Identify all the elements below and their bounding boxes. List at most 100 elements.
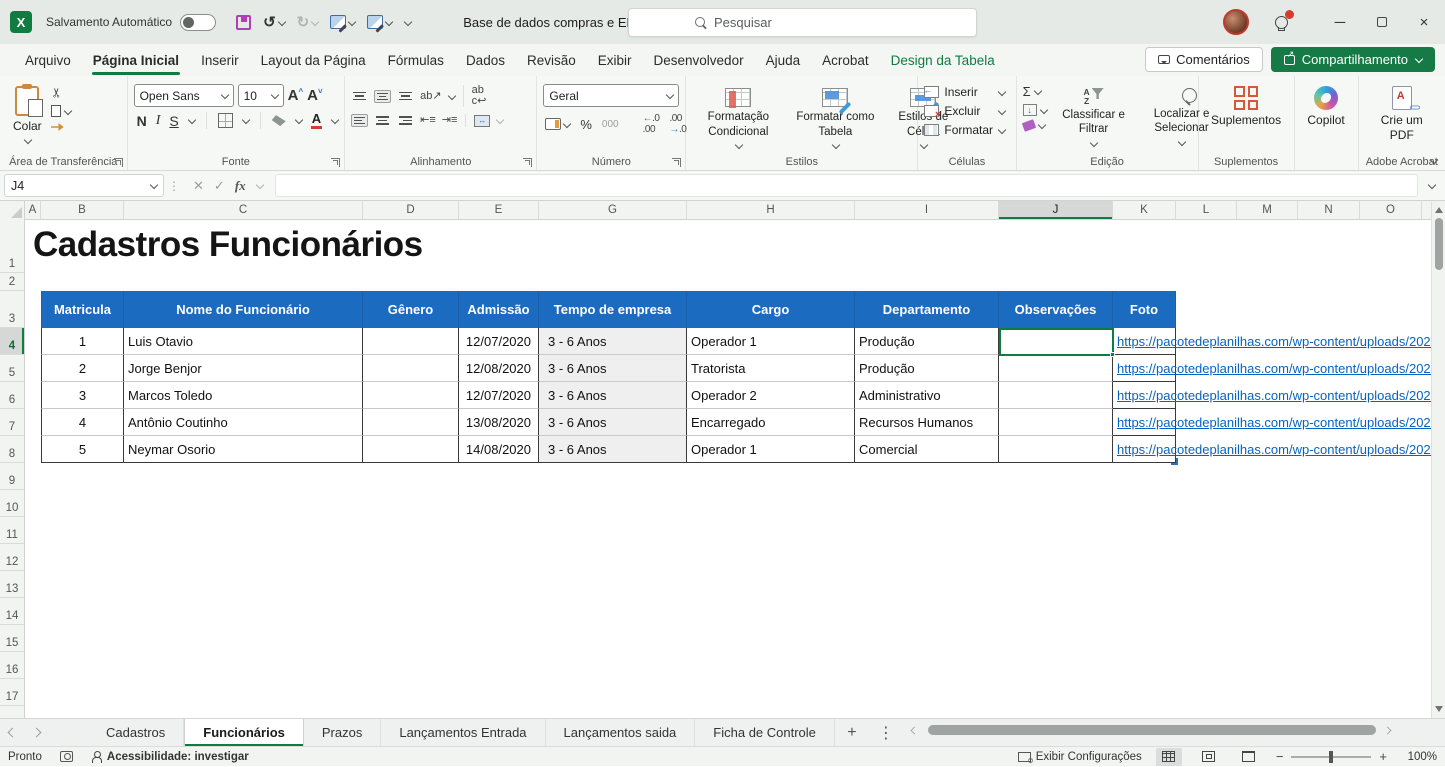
excel-logo-icon[interactable]: X xyxy=(10,11,32,33)
table-resize-handle[interactable] xyxy=(1171,458,1178,465)
normal-view-button[interactable] xyxy=(1156,748,1182,766)
table-column-header[interactable]: Cargo xyxy=(687,291,855,328)
table-cell[interactable] xyxy=(999,355,1113,382)
scroll-right-arrow[interactable] xyxy=(1384,726,1392,734)
row-header-8[interactable]: 8 xyxy=(0,436,24,463)
table-cell[interactable] xyxy=(363,409,459,436)
save-button[interactable] xyxy=(232,12,255,33)
photo-link[interactable]: https://pacotedeplanilhas.com/wp-content… xyxy=(1117,361,1438,376)
table-cell[interactable] xyxy=(999,382,1113,409)
row-header-7[interactable]: 7 xyxy=(0,409,24,436)
quick-table-style-button[interactable] xyxy=(326,12,359,32)
table-cell[interactable] xyxy=(363,355,459,382)
increase-decimal-button[interactable]: ←.0.00 xyxy=(643,113,660,135)
share-button[interactable]: Compartilhamento xyxy=(1271,47,1435,72)
scroll-left-arrow[interactable] xyxy=(911,726,919,734)
table-cell[interactable] xyxy=(363,328,459,355)
row-header-12[interactable]: 12 xyxy=(0,544,24,571)
table-cell[interactable]: https://pacotedeplanilhas.com/wp-content… xyxy=(1113,436,1176,463)
format-as-table-button[interactable]: Formatar como Tabela xyxy=(788,84,882,152)
percent-button[interactable]: % xyxy=(580,117,592,132)
borders-button[interactable] xyxy=(218,113,233,128)
fill-button[interactable]: ↓ xyxy=(1023,104,1047,116)
italic-button[interactable]: I xyxy=(156,113,161,129)
table-cell[interactable]: Marcos Toledo xyxy=(124,382,363,409)
column-header-B[interactable]: B xyxy=(41,201,124,219)
conditional-formatting-button[interactable]: Formatação Condicional xyxy=(692,84,784,152)
decrease-decimal-button[interactable]: .00→.0 xyxy=(669,113,686,135)
row-header-3[interactable]: 3 xyxy=(0,291,24,328)
table-column-header[interactable]: Foto xyxy=(1113,291,1176,328)
fill-color-button[interactable] xyxy=(272,115,286,126)
table-cell[interactable]: https://pacotedeplanilhas.com/wp-content… xyxy=(1113,382,1176,409)
table-cell[interactable]: https://pacotedeplanilhas.com/wp-content… xyxy=(1113,355,1176,382)
display-settings-button[interactable]: Exibir Configurações xyxy=(1018,751,1142,763)
macro-record-icon[interactable] xyxy=(60,751,73,762)
table-column-header[interactable]: Admissão xyxy=(459,291,539,328)
table-cell[interactable]: 3 - 6 Anos xyxy=(539,409,687,436)
table-column-header[interactable]: Tempo de empresa xyxy=(539,291,687,328)
table-cell[interactable]: 13/08/2020 xyxy=(459,409,539,436)
table-cell[interactable]: 12/08/2020 xyxy=(459,355,539,382)
accounting-format-button[interactable] xyxy=(545,118,570,130)
ribbon-tab-layout-da-pagina[interactable]: Layout da Página xyxy=(250,47,377,74)
increase-font-button[interactable]: A^ xyxy=(288,87,304,104)
table-cell[interactable]: Jorge Benjor xyxy=(124,355,363,382)
expand-formula-bar-button[interactable] xyxy=(1428,182,1435,189)
restore-button[interactable] xyxy=(1361,0,1403,44)
table-cell[interactable] xyxy=(363,382,459,409)
column-header-K[interactable]: K xyxy=(1113,201,1176,219)
comments-button[interactable]: Comentários xyxy=(1145,47,1263,72)
table-cell[interactable]: Produção xyxy=(855,328,999,355)
sheet-options-button[interactable]: ⋮ xyxy=(869,719,903,746)
format-painter-button[interactable] xyxy=(51,123,71,131)
column-header-G[interactable]: G xyxy=(539,201,687,219)
table-cell[interactable]: 14/08/2020 xyxy=(459,436,539,463)
ribbon-tab-arquivo[interactable]: Arquivo xyxy=(14,47,82,74)
column-header-I[interactable]: I xyxy=(855,201,999,219)
table-cell[interactable]: Operador 1 xyxy=(687,436,855,463)
table-column-header[interactable]: Gênero xyxy=(363,291,459,328)
table-column-header[interactable]: Nome do Funcionário xyxy=(124,291,363,328)
horizontal-scrollbar[interactable] xyxy=(911,724,1431,736)
table-cell[interactable]: https://pacotedeplanilhas.com/wp-content… xyxy=(1113,409,1176,436)
table-cell[interactable]: Operador 1 xyxy=(687,328,855,355)
zoom-in-button[interactable]: + xyxy=(1379,749,1387,764)
ribbon-tab-dados[interactable]: Dados xyxy=(455,47,516,74)
close-button[interactable]: × xyxy=(1403,0,1445,44)
sheet-tab-lançamentos-saida[interactable]: Lançamentos saida xyxy=(546,719,696,746)
alignment-dialog-launcher[interactable] xyxy=(523,158,532,167)
align-left-button[interactable] xyxy=(351,114,368,127)
insert-cells-button[interactable]: Inserir xyxy=(924,85,1005,99)
table-cell[interactable]: Operador 2 xyxy=(687,382,855,409)
number-dialog-launcher[interactable] xyxy=(672,158,681,167)
row-header-13[interactable]: 13 xyxy=(0,571,24,598)
photo-link[interactable]: https://pacotedeplanilhas.com/wp-content… xyxy=(1117,388,1438,403)
table-column-header[interactable]: Matricula xyxy=(41,291,124,328)
orientation-button[interactable]: ab↗ xyxy=(420,91,441,102)
column-header-D[interactable]: D xyxy=(363,201,459,219)
merge-center-button[interactable]: ↔ xyxy=(474,115,490,127)
row-header-9[interactable]: 9 xyxy=(0,463,24,490)
row-header-11[interactable]: 11 xyxy=(0,517,24,544)
customize-qat-button[interactable] xyxy=(400,16,415,29)
font-family-select[interactable]: Open Sans xyxy=(134,84,234,107)
add-sheet-button[interactable]: + xyxy=(835,719,869,746)
table-cell[interactable]: 2 xyxy=(41,355,124,382)
sheet-tab-prazos[interactable]: Prazos xyxy=(304,719,381,746)
underline-button[interactable]: S xyxy=(169,113,178,129)
column-header-N[interactable]: N xyxy=(1298,201,1360,219)
formula-input[interactable] xyxy=(275,174,1418,197)
search-input[interactable]: Pesquisar xyxy=(628,8,977,37)
undo-button[interactable]: ↺ xyxy=(259,12,289,33)
table-cell[interactable]: 3 - 6 Anos xyxy=(539,355,687,382)
table-cell[interactable]: Recursos Humanos xyxy=(855,409,999,436)
copilot-button[interactable]: Copilot xyxy=(1300,82,1351,152)
number-format-select[interactable]: Geral xyxy=(543,84,679,107)
increase-indent-button[interactable]: ⇥≡ xyxy=(442,115,458,126)
row-header-4[interactable]: 4 xyxy=(0,328,24,355)
horizontal-scroll-thumb[interactable] xyxy=(928,725,1376,735)
zoom-slider-thumb[interactable] xyxy=(1329,751,1333,763)
photo-link[interactable]: https://pacotedeplanilhas.com/wp-content… xyxy=(1117,442,1438,457)
table-cell[interactable]: 4 xyxy=(41,409,124,436)
